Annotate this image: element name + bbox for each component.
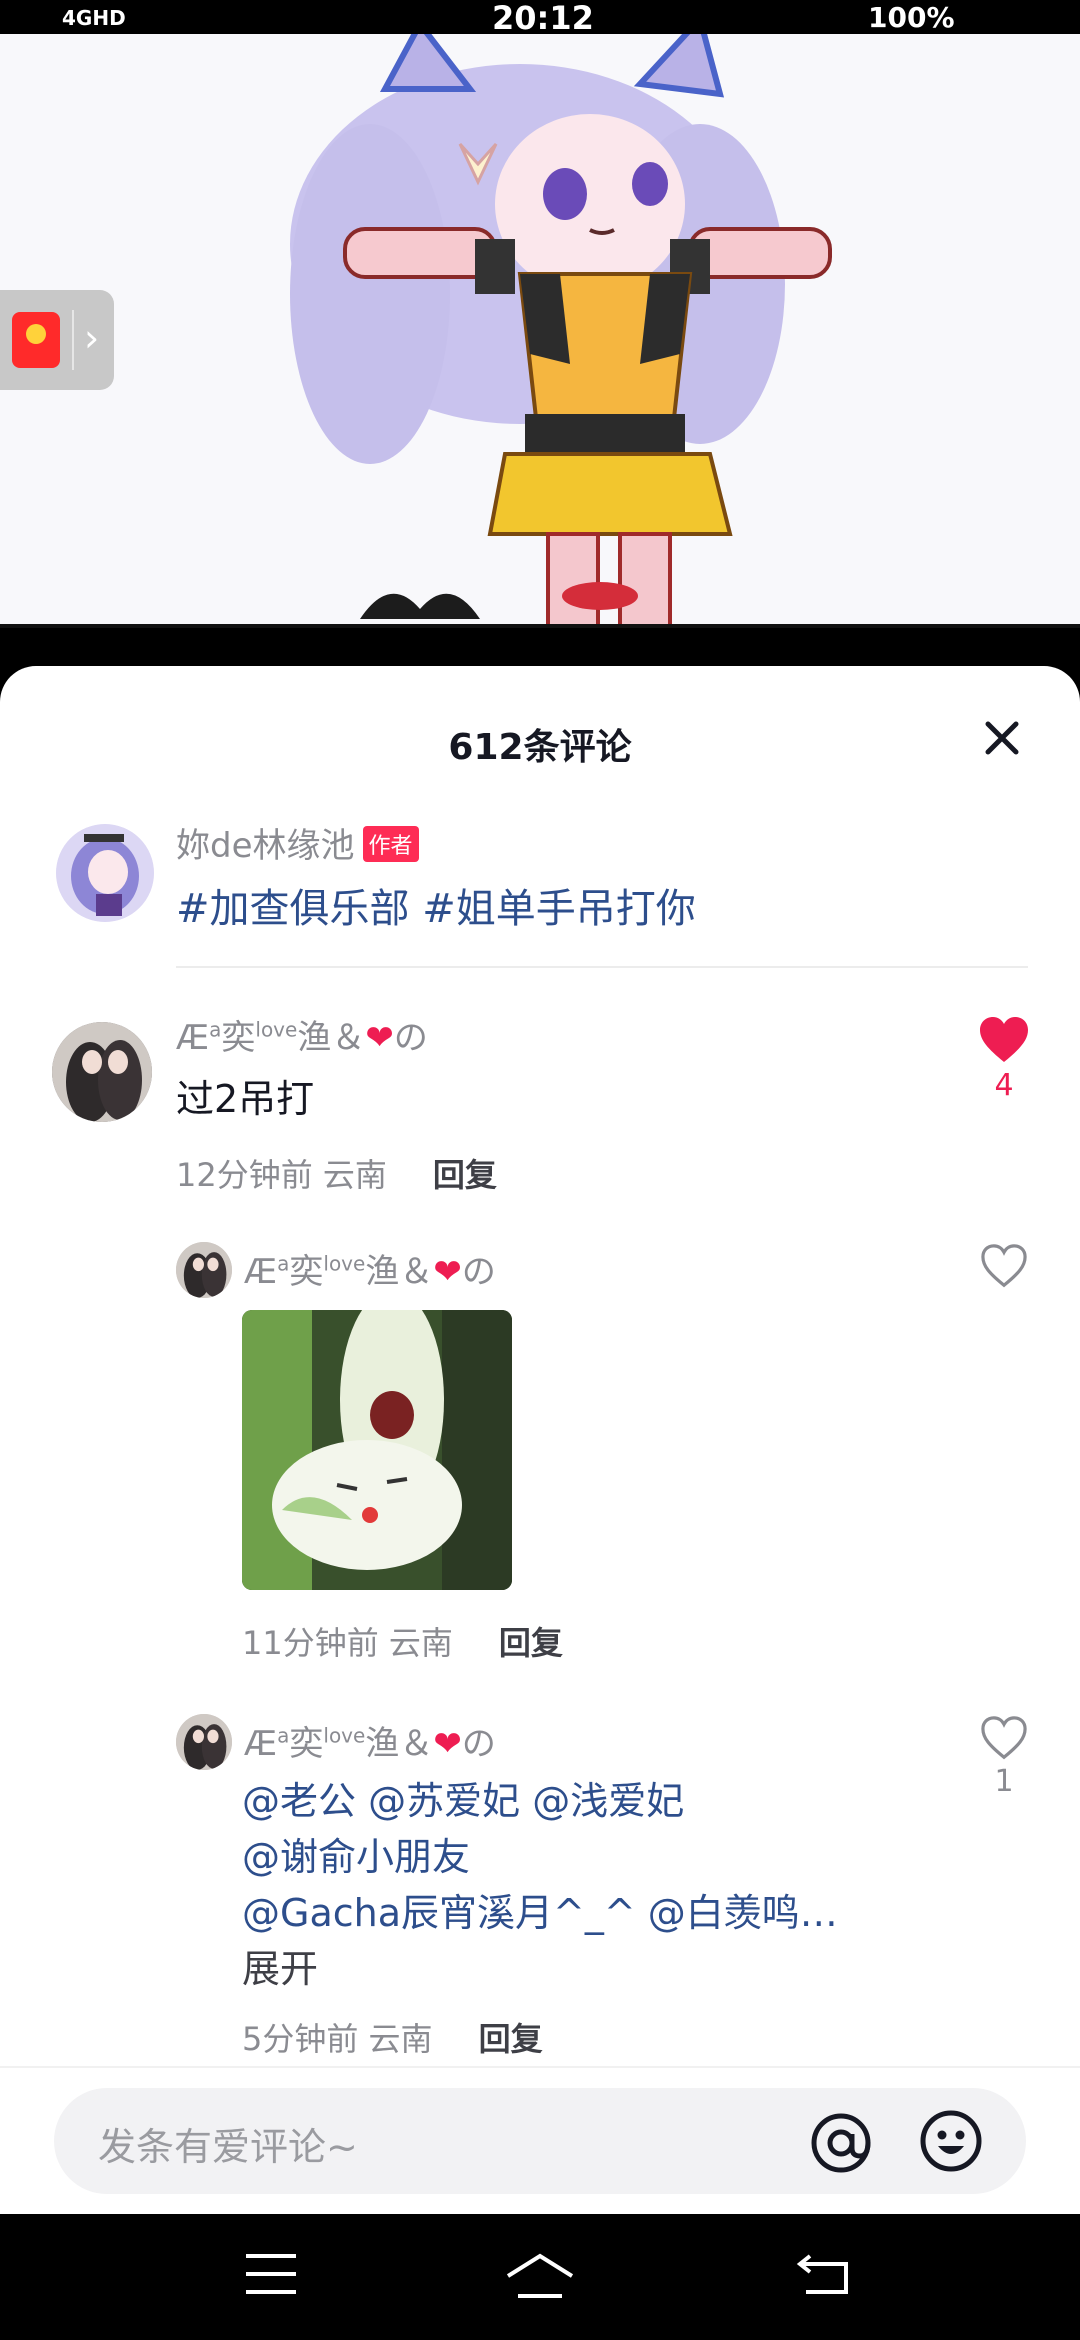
- username-part: love: [323, 1723, 366, 1748]
- expand-button[interactable]: 展开: [242, 1938, 318, 1993]
- mention-link[interactable]: @老公: [242, 1779, 356, 1823]
- username-part: Æ: [176, 1018, 210, 1058]
- username-part: Æ: [244, 1252, 278, 1292]
- sticker-image[interactable]: [242, 1310, 512, 1590]
- back-icon[interactable]: [796, 2252, 852, 2296]
- comment-input-bar: 发条有爱评论~: [0, 2066, 1080, 2214]
- comment-time: 11分钟前: [242, 1624, 379, 1662]
- video-player[interactable]: [0, 34, 1080, 626]
- heart-emoji-icon: ❤: [365, 1018, 394, 1058]
- network-indicator: 4GHD: [62, 6, 126, 30]
- like-count: 4: [994, 1068, 1014, 1103]
- comment-meta: 11分钟前 云南 回复: [242, 1618, 563, 1664]
- mention-link[interactable]: @白羡鸣…: [648, 1891, 838, 1935]
- username-part: 渔＆: [365, 1724, 434, 1764]
- avatar-image: [176, 1242, 232, 1298]
- comment-meta: 5分钟前 云南 回复: [242, 2014, 543, 2060]
- mention-link[interactable]: @谢俞小朋友: [242, 1835, 470, 1879]
- like-button[interactable]: 1: [978, 1716, 1030, 1799]
- heart-emoji-icon: ❤: [433, 1252, 462, 1292]
- home-icon[interactable]: [504, 2252, 576, 2302]
- comment-input-placeholder: 发条有爱评论~: [98, 2125, 358, 2169]
- username-part: love: [323, 1251, 366, 1276]
- like-button[interactable]: [978, 1244, 1030, 1292]
- heart-emoji-icon: ❤: [433, 1724, 462, 1764]
- comment-text: 过2吊打: [176, 1077, 315, 1121]
- username-part: 奕: [289, 1252, 324, 1292]
- avatar[interactable]: [176, 1714, 232, 1770]
- battery-level: 100%: [868, 1, 955, 34]
- menu-icon[interactable]: [244, 2252, 298, 2296]
- like-button[interactable]: 4: [974, 1016, 1034, 1103]
- username-part: の: [461, 1724, 496, 1764]
- author-username-text: 妳de林缘池: [176, 826, 355, 866]
- heart-outline-icon: [981, 1244, 1027, 1288]
- status-time: 20:12: [492, 0, 594, 37]
- author-comment-text: #加查俱乐部 #姐单手吊打你: [176, 876, 696, 934]
- system-nav-bar: [0, 2214, 1080, 2340]
- red-envelope-icon: [12, 312, 60, 368]
- hashtag-link[interactable]: #加查俱乐部: [176, 886, 410, 932]
- heart-outline-icon: [981, 1716, 1027, 1760]
- username-part: a: [277, 1251, 290, 1276]
- radish-meme-image: [242, 1310, 512, 1590]
- avatar[interactable]: [52, 1022, 152, 1122]
- reply-text-line: @Gacha辰宵溪月^_^ @白羡鸣…: [242, 1882, 838, 1937]
- character-illustration: [290, 34, 832, 626]
- username-part: 奕: [289, 1724, 324, 1764]
- avatar-image: [52, 1022, 152, 1122]
- avatar[interactable]: [56, 824, 154, 922]
- author-username[interactable]: 妳de林缘池 作者: [176, 818, 419, 867]
- username-part: love: [255, 1017, 298, 1042]
- username-part: Æ: [244, 1724, 278, 1764]
- reply-text-line: @谢俞小朋友: [242, 1826, 470, 1881]
- username-part: a: [209, 1017, 222, 1042]
- comment-input[interactable]: 发条有爱评论~: [54, 2088, 1026, 2194]
- comment-location: 云南: [322, 1156, 387, 1194]
- status-bar: 4GHD 20:12 100%: [0, 0, 1080, 36]
- mention-link[interactable]: @浅爱妃: [532, 1779, 684, 1823]
- reply-button[interactable]: 回复: [433, 1156, 497, 1194]
- reply-username[interactable]: Æa奕love渔＆❤の: [244, 1244, 496, 1293]
- username-part: の: [393, 1018, 428, 1058]
- heart-filled-icon: [980, 1017, 1028, 1062]
- comment-username[interactable]: Æa奕love渔＆❤の: [176, 1010, 428, 1059]
- red-packet-divider: [72, 310, 74, 370]
- avatar-image: [56, 824, 154, 922]
- close-icon[interactable]: [980, 716, 1024, 760]
- comment-location: 云南: [368, 2020, 433, 2058]
- comment-location: 云南: [388, 1624, 453, 1662]
- reply-text-line: @老公 @苏爱妃 @浅爱妃: [242, 1770, 684, 1825]
- avatar[interactable]: [176, 1242, 232, 1298]
- mention-link[interactable]: @Gacha辰宵溪月^_^: [242, 1891, 636, 1935]
- username-part: 渔＆: [297, 1018, 366, 1058]
- at-mention-icon[interactable]: [808, 2110, 874, 2176]
- comment-count-title: 612条评论: [448, 727, 632, 768]
- like-count: 1: [994, 1764, 1014, 1799]
- comment-meta: 12分钟前 云南 回复: [176, 1150, 497, 1196]
- divider: [176, 966, 1028, 968]
- username-part: a: [277, 1723, 290, 1748]
- reply-button[interactable]: 回复: [499, 1624, 563, 1662]
- mention-link[interactable]: @苏爱妃: [368, 1779, 520, 1823]
- reply-username[interactable]: Æa奕love渔＆❤の: [244, 1716, 496, 1765]
- avatar-image: [176, 1714, 232, 1770]
- video-background: [0, 628, 1080, 668]
- red-packet-widget[interactable]: ›: [0, 290, 114, 390]
- chevron-right-icon: ›: [84, 316, 100, 360]
- username-part: 渔＆: [365, 1252, 434, 1292]
- username-part: の: [461, 1252, 496, 1292]
- comment-time: 12分钟前: [176, 1156, 313, 1194]
- comment-time: 5分钟前: [242, 2020, 359, 2058]
- reply-button[interactable]: 回复: [479, 2020, 543, 2058]
- author-badge: 作者: [362, 826, 419, 862]
- emoji-icon[interactable]: [918, 2108, 984, 2174]
- comment-sheet: 612条评论 妳de林缘池 作者 #加查俱乐部 #姐单手吊打你 Æa奕love渔＆…: [0, 666, 1080, 2214]
- username-part: 奕: [221, 1018, 256, 1058]
- hashtag-link[interactable]: #姐单手吊打你: [422, 886, 696, 932]
